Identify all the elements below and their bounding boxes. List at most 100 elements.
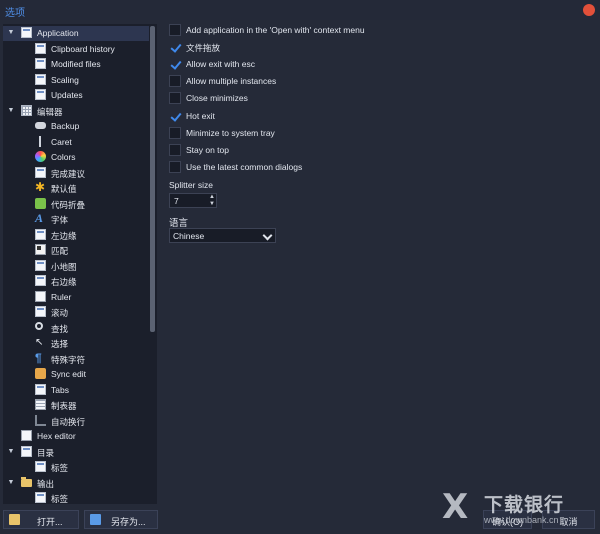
tree-item[interactable]: Modified files [3,57,149,72]
tree-item[interactable]: ↖ 选择 [3,336,149,351]
tree-item-label: 特殊字符 [51,354,86,365]
option-row[interactable]: 文件拖放 [169,41,499,54]
option-checkbox[interactable] [169,126,181,139]
tree-item-label: 制表器 [51,401,77,411]
option-row[interactable]: Hot exit [169,110,499,123]
tree-item[interactable]: Scaling [3,73,149,88]
tree-item[interactable]: ▼ Application [3,26,149,41]
option-row[interactable]: Close minimizes [169,92,499,105]
tree-item-label: 代码折叠 [51,199,86,210]
tree-item[interactable]: 匹配 [3,243,149,258]
directory-icon [21,445,32,457]
option-checkbox[interactable] [169,143,181,156]
option-row[interactable]: Allow multiple instances [169,75,499,88]
tree-item[interactable]: A 字体 [3,212,149,227]
expand-arrow-icon[interactable]: ▼ [7,107,15,115]
save-as-button[interactable]: 另存为... [84,510,158,529]
watermark-text: 下载银行 [484,495,565,516]
expand-arrow-icon[interactable]: ▼ [7,448,15,456]
tree-item-label: 右边缘 [51,277,77,287]
tree-item[interactable]: Sync edit [3,367,149,382]
tree-item[interactable]: 自动换行 [3,414,149,429]
tree-item[interactable]: 滚动 [3,305,149,320]
spin-down-icon[interactable]: ▼ [208,201,216,207]
tree-item-label: Application [37,28,79,38]
tree-item-label: Modified files [51,59,101,69]
expand-arrow-icon[interactable]: ▼ [7,29,15,37]
close-button[interactable] [583,4,595,16]
window-icon [21,27,32,38]
tree-item[interactable]: 完成建议 [3,166,149,181]
settings-tree[interactable]: ▼ Application Clipboard history Modified fi… [3,24,149,504]
colors-icon [35,151,46,162]
right-margin-icon [35,275,46,286]
left-margin-icon [35,228,46,240]
tree-item[interactable]: ▼ 目录 [3,445,149,460]
tree-item[interactable]: Caret [3,135,149,150]
option-label: Stay on top [186,144,230,155]
tree-item[interactable]: ▼ 输出 [3,476,149,491]
option-checkbox[interactable] [169,75,181,88]
tree-item[interactable]: 标签 [3,491,149,504]
tree-item[interactable]: Clipboard history [3,42,149,57]
option-row[interactable]: Allow exit with esc [169,58,499,71]
watermark-logo: X [442,487,469,527]
tree-item[interactable]: Updates [3,88,149,103]
tree-item-label: Ruler [51,291,72,302]
tree-item-label: 匹配 [51,246,69,256]
tree-item-label: Sync edit [51,369,86,379]
option-row[interactable]: Stay on top [169,143,499,157]
tree-item[interactable]: Ruler [3,290,149,305]
tree-item-label: Caret [51,136,72,147]
minimap-icon [35,259,46,271]
watermark-url: www.downbank.cn [484,515,559,525]
cursor-icon: ↖ [35,337,44,348]
option-row[interactable]: Use the latest common dialogs [169,160,499,174]
tree-item[interactable]: Backup [3,119,149,134]
option-label: Allow multiple instances [186,76,277,87]
tree-item[interactable]: 标签 [3,460,149,475]
expand-arrow-icon[interactable]: ▼ [7,479,15,487]
option-checkbox[interactable] [169,92,181,105]
tree-item-label: 滚动 [51,308,69,318]
tree-item[interactable]: 查找 [3,321,149,336]
option-row[interactable]: Add application in the 'Open with' conte… [169,24,499,37]
folder-icon [21,476,32,487]
save-icon [90,514,101,525]
tree-item-label: Backup [51,121,80,131]
option-checkbox[interactable] [169,24,181,36]
tree-item[interactable]: 右边缘 [3,274,149,289]
match-icon [35,244,46,255]
font-icon: A [35,211,44,225]
tree-item[interactable]: Tabs [3,383,149,398]
tree-item[interactable]: ✱ 默认值 [3,181,149,196]
open-button[interactable]: 打开... [3,510,79,529]
language-select[interactable]: Chinese [169,228,276,243]
tree-scrollbar[interactable] [149,24,157,504]
tree-item[interactable]: ▼ 编辑器 [3,104,149,119]
option-row[interactable]: Minimize to system tray [169,126,499,140]
option-checkbox[interactable] [169,41,181,53]
tree-item[interactable]: 代码折叠 [3,197,149,212]
option-checkbox[interactable] [169,110,181,122]
tree-item[interactable]: Hex editor [3,429,149,444]
tree-item-label: 查找 [51,323,69,334]
tree-item[interactable]: 制表器 [3,398,149,413]
splitter-size-spinbox[interactable]: 7 ▲ ▼ [169,193,217,208]
option-checkbox[interactable] [169,58,181,70]
tree-item[interactable]: ¶ 特殊字符 [3,352,149,367]
fold-icon [35,197,46,209]
updates-icon [35,89,46,100]
tree-item[interactable]: 左边缘 [3,228,149,243]
page-icon [35,492,46,503]
tree-item[interactable]: 小地图 [3,259,149,274]
option-label: Add application in the 'Open with' conte… [186,25,365,35]
option-label: Close minimizes [186,93,248,104]
tree-item-label: 输出 [37,478,55,489]
tree-item[interactable]: Colors [3,150,149,165]
scrollbar-thumb[interactable] [150,26,155,332]
tree-item-label: 目录 [37,447,55,458]
option-label: Allow exit with esc [186,59,255,70]
option-checkbox[interactable] [169,160,181,173]
spin-up-icon[interactable]: ▲ [208,194,216,200]
